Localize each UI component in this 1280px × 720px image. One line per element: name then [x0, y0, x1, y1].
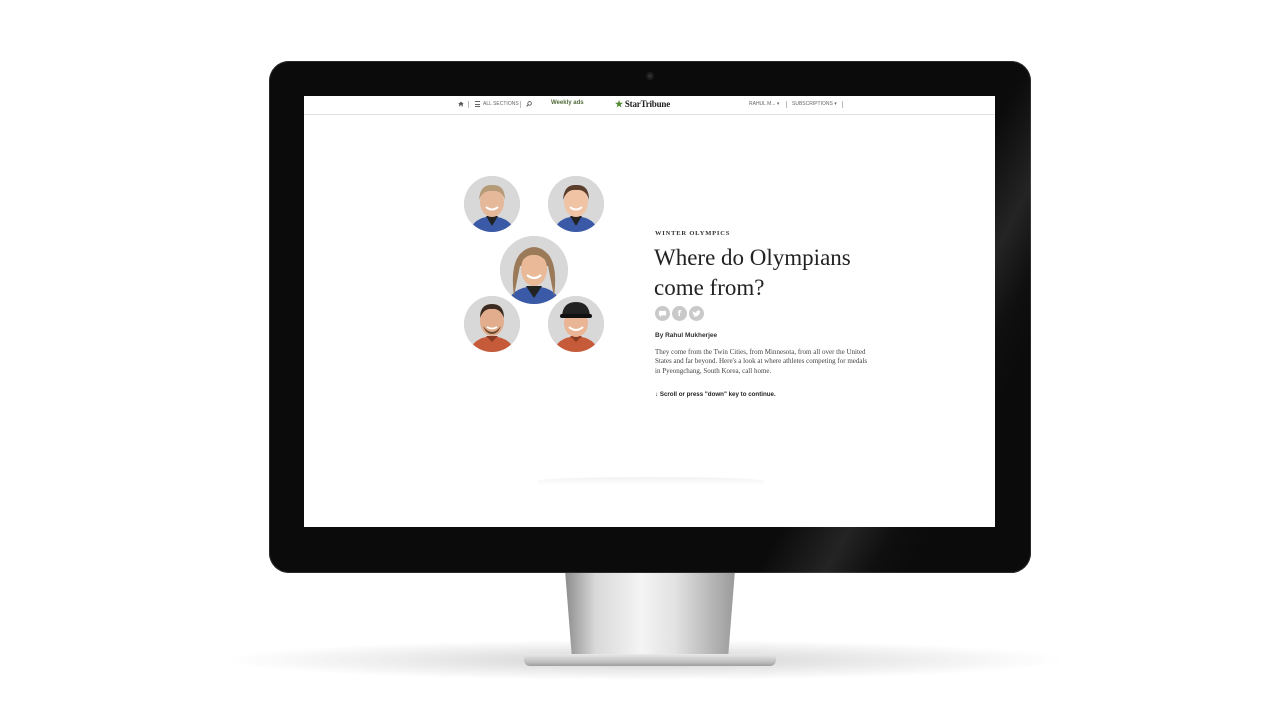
article-headline: Where do Olympians come from?: [654, 245, 851, 300]
twitter-icon[interactable]: [689, 306, 704, 321]
athlete-portrait[interactable]: [500, 236, 568, 304]
monitor-base: [524, 654, 776, 666]
all-sections-menu[interactable]: ALL SECTIONS: [475, 101, 519, 107]
all-sections-label: ALL SECTIONS: [483, 101, 519, 107]
athlete-portrait[interactable]: [548, 176, 604, 232]
article-dek: They come from the Twin Cities, from Min…: [655, 348, 868, 375]
logo-text: StarTribune: [624, 99, 671, 109]
byline: By Rahul Mukherjee: [655, 332, 718, 339]
nav-divider: [786, 101, 787, 108]
user-account-menu[interactable]: RAHUL M... ▾: [749, 101, 779, 107]
share-buttons: f: [655, 306, 704, 321]
facebook-icon[interactable]: f: [672, 306, 687, 321]
athlete-portrait[interactable]: [464, 176, 520, 232]
nav-divider: [468, 101, 469, 108]
star-logo-icon: ★: [615, 98, 623, 109]
startribune-logo[interactable]: ★ StarTribune: [615, 99, 670, 109]
home-icon[interactable]: [458, 101, 464, 107]
monitor-stand: [565, 570, 735, 656]
scroll-hint: ↓ Scroll or press "down" key to continue…: [655, 391, 776, 398]
nav-divider: [520, 101, 521, 108]
webcam: [646, 72, 654, 80]
comment-icon[interactable]: [655, 306, 670, 321]
site-nav: ALL SECTIONS Weekly ads ★ StarTribune RA…: [304, 96, 995, 115]
athlete-portrait[interactable]: [548, 296, 604, 352]
menu-icon: [475, 101, 480, 107]
section-kicker[interactable]: WINTER OLYMPICS: [655, 230, 730, 237]
weekly-ads-link[interactable]: Weekly ads: [551, 100, 584, 106]
desktop-mockup: ALL SECTIONS Weekly ads ★ StarTribune RA…: [0, 0, 1280, 720]
browser-screen: ALL SECTIONS Weekly ads ★ StarTribune RA…: [304, 96, 995, 527]
search-icon[interactable]: [526, 101, 532, 107]
nav-divider: [842, 101, 843, 108]
athlete-portrait[interactable]: [464, 296, 520, 352]
subscriptions-menu[interactable]: SUBSCRIPTIONS ▾: [792, 101, 837, 107]
section-fade: [538, 477, 764, 485]
